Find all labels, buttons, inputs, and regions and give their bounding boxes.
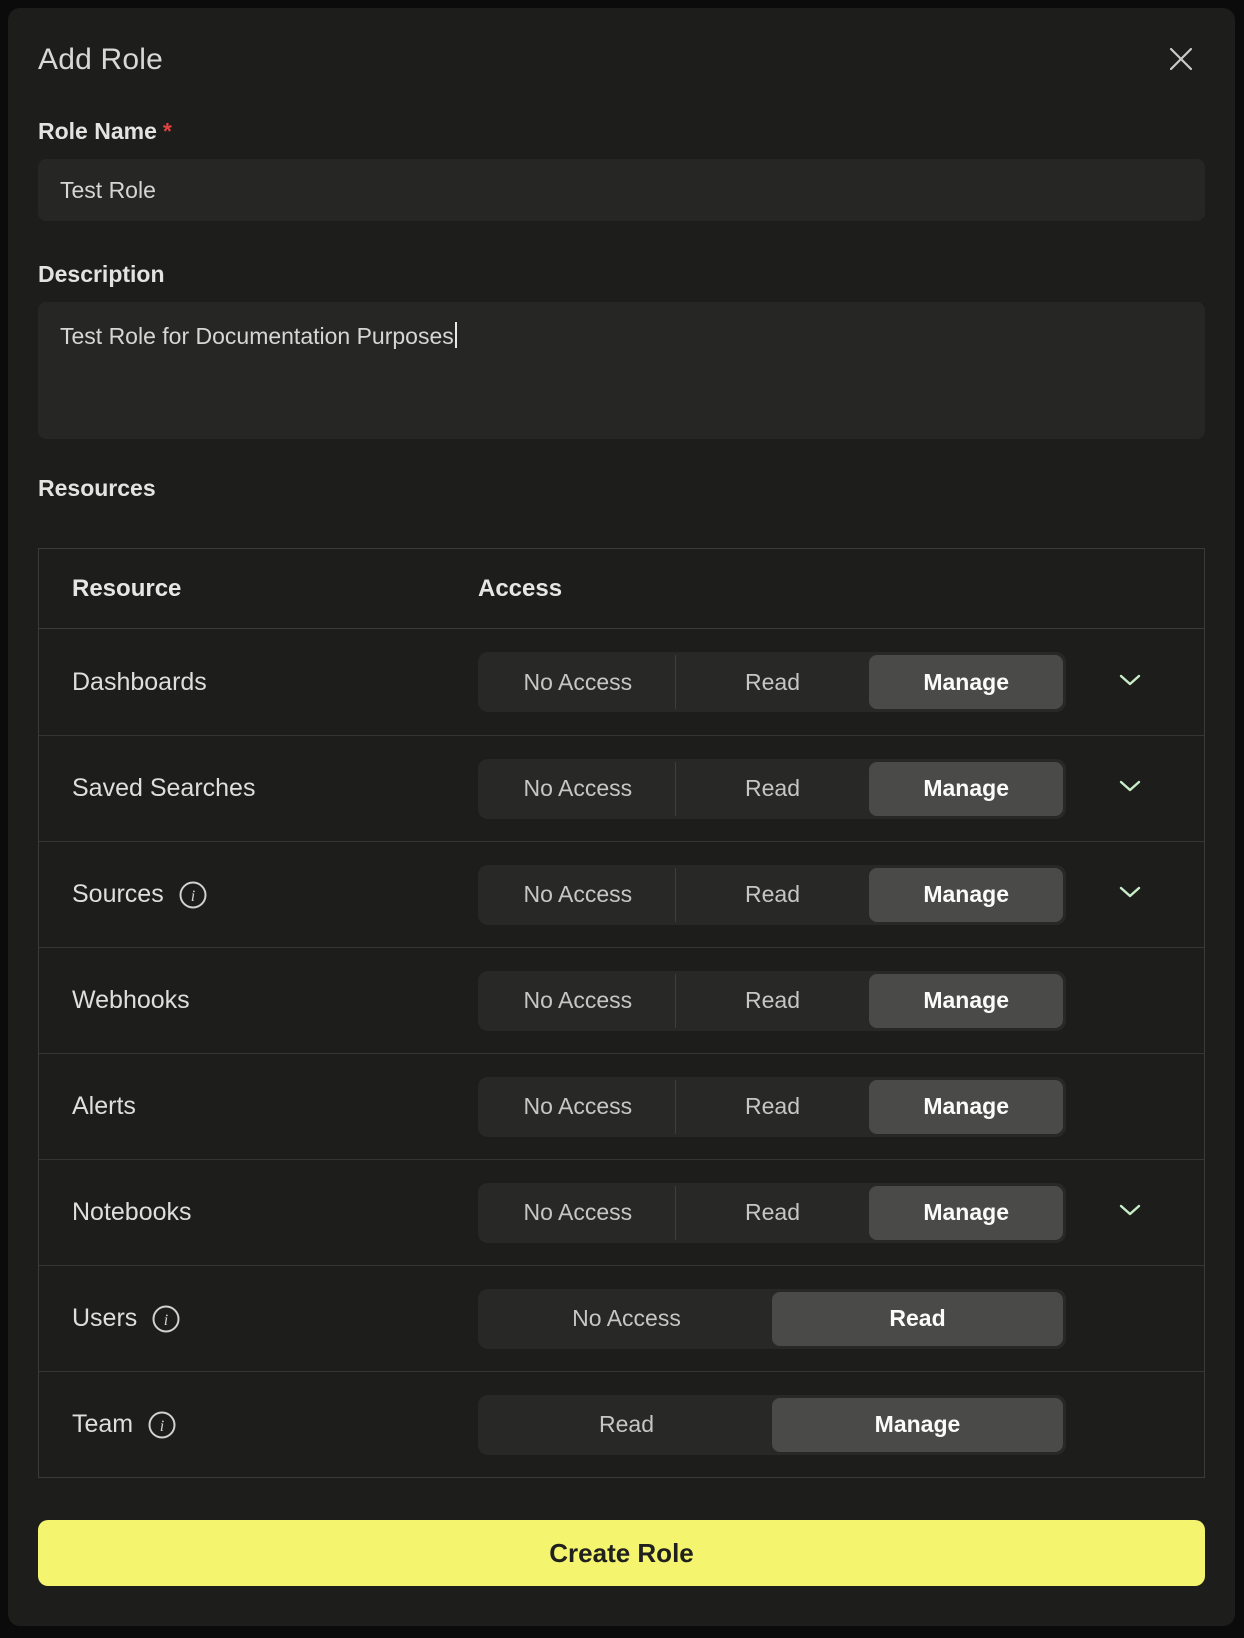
access-option-no-access[interactable]: No Access (481, 1292, 772, 1346)
resource-column-header: Resource (72, 575, 478, 603)
info-icon[interactable]: i (178, 880, 208, 910)
modal-title: Add Role (38, 43, 163, 77)
access-segmented-control: No AccessReadManage (478, 759, 1066, 819)
resource-name: Users (72, 1304, 137, 1333)
table-row-saved-searches: Saved Searches i No AccessReadManage (39, 735, 1204, 841)
table-row-notebooks: Notebooks i No AccessReadManage (39, 1159, 1204, 1265)
chevron-down-icon (1118, 1203, 1142, 1222)
table-row-users: Users i No AccessRead (39, 1265, 1204, 1371)
resource-name: Team (72, 1410, 133, 1439)
resource-name: Webhooks (72, 986, 190, 1015)
access-option-manage[interactable]: Manage (772, 1398, 1063, 1452)
chevron-down-icon (1118, 673, 1142, 692)
resources-table: Resource Access Dashboards i No AccessRe… (38, 548, 1205, 1478)
role-name-label: Role Name* (38, 118, 1205, 145)
access-segmented-control: No AccessReadManage (478, 1183, 1066, 1243)
info-icon[interactable]: i (147, 1410, 177, 1440)
access-option-read[interactable]: Read (675, 1080, 870, 1134)
access-option-manage[interactable]: Manage (869, 1186, 1063, 1240)
access-option-no-access[interactable]: No Access (481, 868, 675, 922)
access-option-manage[interactable]: Manage (869, 655, 1063, 709)
expand-row-toggle[interactable] (1066, 885, 1204, 904)
create-role-button[interactable]: Create Role (38, 1520, 1205, 1586)
access-option-manage[interactable]: Manage (869, 1080, 1063, 1134)
chevron-down-icon (1118, 779, 1142, 798)
access-option-no-access[interactable]: No Access (481, 1186, 675, 1240)
resource-name: Saved Searches (72, 774, 255, 803)
resource-name: Dashboards (72, 668, 207, 697)
modal-header: Add Role (38, 42, 1205, 78)
text-cursor (455, 322, 457, 348)
info-icon[interactable]: i (151, 1304, 181, 1334)
access-segmented-control: No AccessReadManage (478, 865, 1066, 925)
access-segmented-control: No AccessReadManage (478, 652, 1066, 712)
access-option-read[interactable]: Read (481, 1398, 772, 1452)
access-option-manage[interactable]: Manage (869, 762, 1063, 816)
access-segmented-control: ReadManage (478, 1395, 1066, 1455)
access-option-no-access[interactable]: No Access (481, 1080, 675, 1134)
expand-row-toggle[interactable] (1066, 673, 1204, 692)
resources-section-label: Resources (38, 475, 1205, 502)
table-row-alerts: Alerts i No AccessReadManage (39, 1053, 1204, 1159)
access-segmented-control: No AccessRead (478, 1289, 1066, 1349)
resource-name: Alerts (72, 1092, 136, 1121)
access-segmented-control: No AccessReadManage (478, 971, 1066, 1031)
access-option-no-access[interactable]: No Access (481, 655, 675, 709)
access-option-no-access[interactable]: No Access (481, 762, 675, 816)
description-textarea[interactable]: Test Role for Documentation Purposes (38, 302, 1205, 439)
access-column-header: Access (478, 575, 1066, 603)
role-name-input[interactable] (38, 159, 1205, 221)
table-row-webhooks: Webhooks i No AccessReadManage (39, 947, 1204, 1053)
description-text: Test Role for Documentation Purposes (60, 323, 454, 349)
required-asterisk: * (163, 118, 172, 144)
access-option-no-access[interactable]: No Access (481, 974, 675, 1028)
table-row-team: Team i ReadManage (39, 1371, 1204, 1477)
resource-name: Sources (72, 880, 164, 909)
svg-text:i: i (164, 1312, 168, 1329)
access-segmented-control: No AccessReadManage (478, 1077, 1066, 1137)
access-option-read[interactable]: Read (675, 974, 870, 1028)
svg-text:i: i (160, 1418, 164, 1435)
table-row-sources: Sources i No AccessReadManage (39, 841, 1204, 947)
access-option-read[interactable]: Read (675, 762, 870, 816)
resource-name: Notebooks (72, 1198, 192, 1227)
table-row-dashboards: Dashboards i No AccessReadManage (39, 629, 1204, 735)
description-label: Description (38, 261, 1205, 288)
close-button[interactable] (1163, 42, 1199, 78)
svg-text:i: i (190, 888, 194, 905)
expand-row-toggle[interactable] (1066, 1203, 1204, 1222)
role-name-label-text: Role Name (38, 118, 157, 144)
access-option-read[interactable]: Read (772, 1292, 1063, 1346)
table-header-row: Resource Access (39, 549, 1204, 629)
access-option-read[interactable]: Read (675, 868, 870, 922)
expand-row-toggle[interactable] (1066, 779, 1204, 798)
access-option-manage[interactable]: Manage (869, 974, 1063, 1028)
access-option-read[interactable]: Read (675, 1186, 870, 1240)
access-option-read[interactable]: Read (675, 655, 870, 709)
close-icon (1167, 45, 1195, 76)
add-role-modal: Add Role Role Name* Description Test Rol… (8, 8, 1235, 1626)
access-option-manage[interactable]: Manage (869, 868, 1063, 922)
chevron-down-icon (1118, 885, 1142, 904)
